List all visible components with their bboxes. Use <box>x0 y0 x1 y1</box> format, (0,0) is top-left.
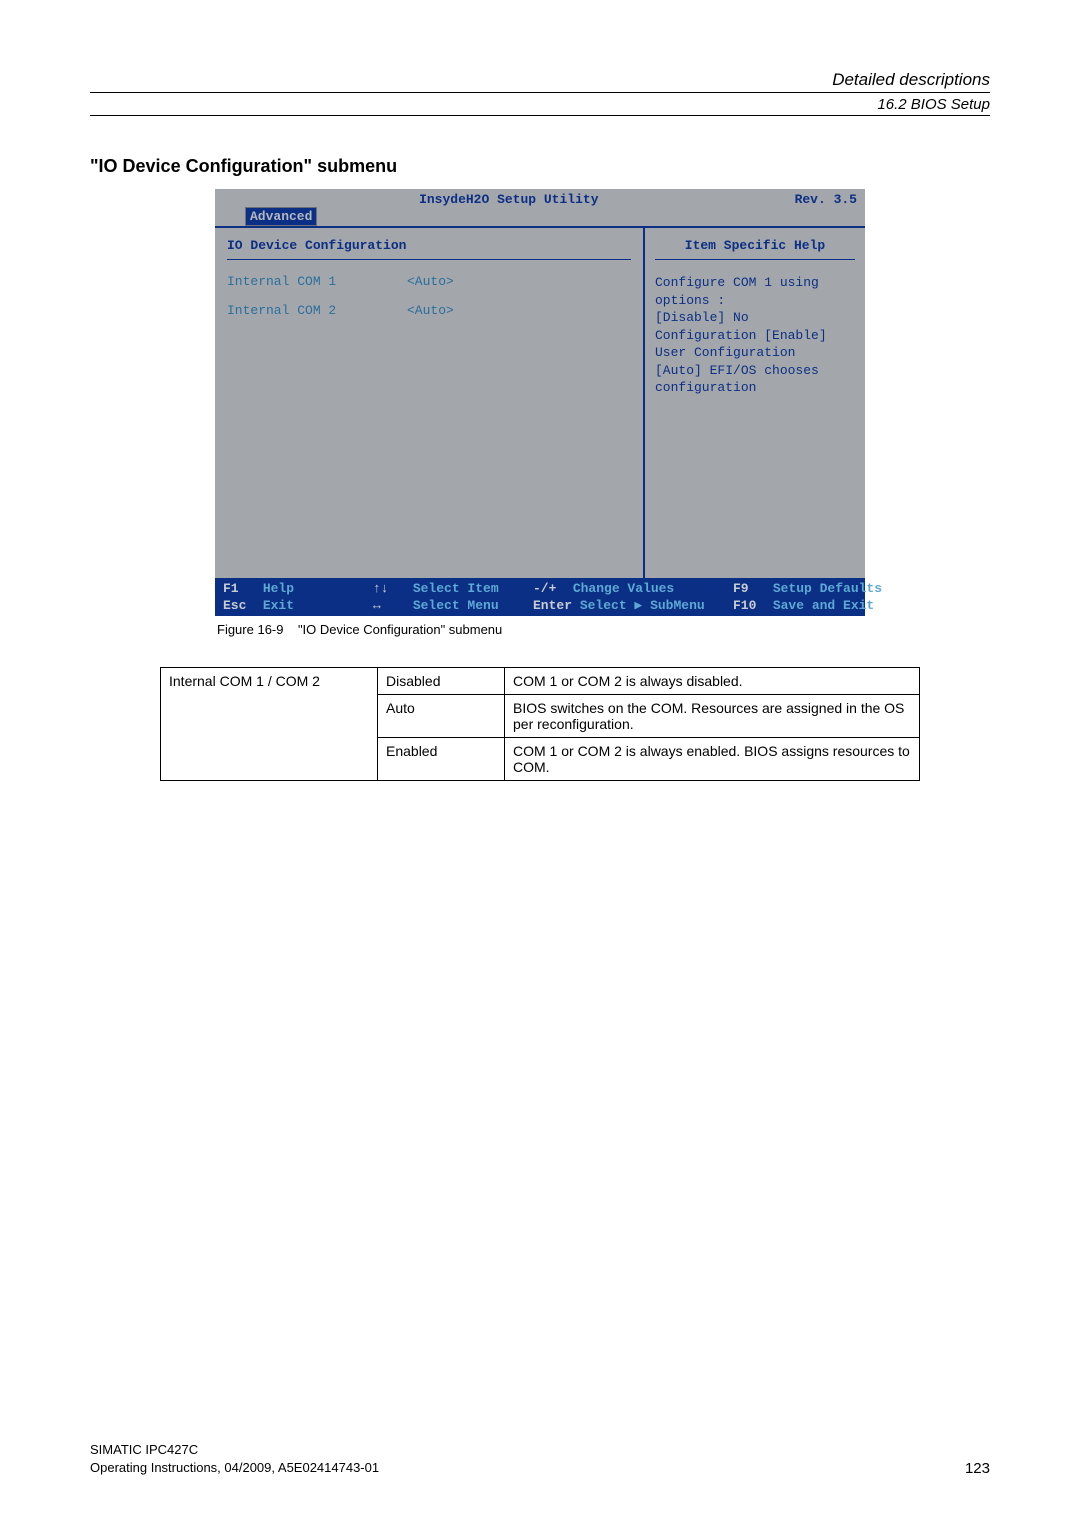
lbl-help: Help <box>263 581 294 596</box>
bios-screenshot: InsydeH2O Setup Utility Rev. 3.5 Advance… <box>215 189 865 637</box>
key-updown: ↑↓ <box>373 581 405 596</box>
key-f10: F10 <box>733 598 765 613</box>
lbl-select-submenu: Select ▶ SubMenu <box>580 598 705 613</box>
footer-left: SIMATIC IPC427C Operating Instructions, … <box>90 1441 379 1477</box>
figure-text: "IO Device Configuration" submenu <box>298 622 502 637</box>
footer-product: SIMATIC IPC427C <box>90 1441 379 1459</box>
bios-menu-tabs: Advanced <box>215 207 865 226</box>
section-title: "IO Device Configuration" submenu <box>90 156 990 177</box>
bios-item-com2[interactable]: Internal COM 2 <Auto> <box>227 303 631 318</box>
bios-item-value: <Auto> <box>407 274 454 289</box>
bios-window: InsydeH2O Setup Utility Rev. 3.5 Advance… <box>215 189 865 616</box>
table-row: Internal COM 1 / COM 2 Disabled COM 1 or… <box>161 668 920 695</box>
help-line: [Auto] EFI/OS chooses <box>655 362 855 380</box>
help-line: configuration <box>655 379 855 397</box>
cell-item: Internal COM 1 / COM 2 <box>161 668 378 781</box>
help-line: User Configuration <box>655 344 855 362</box>
page-footer: SIMATIC IPC427C Operating Instructions, … <box>90 1441 990 1477</box>
help-line: Configure COM 1 using <box>655 274 855 292</box>
figure-number: Figure 16-9 <box>217 622 283 637</box>
lbl-select-item: Select Item <box>413 581 499 596</box>
cell-option: Enabled <box>378 738 505 781</box>
parameter-table: Internal COM 1 / COM 2 Disabled COM 1 or… <box>160 667 920 781</box>
header-chapter: Detailed descriptions <box>90 70 990 90</box>
bios-item-value: <Auto> <box>407 303 454 318</box>
tab-advanced[interactable]: Advanced <box>245 207 317 226</box>
header-section: 16.2 BIOS Setup <box>90 92 990 113</box>
cell-option: Auto <box>378 695 505 738</box>
bios-item-com1[interactable]: Internal COM 1 <Auto> <box>227 274 631 289</box>
lbl-change-values: Change Values <box>573 581 674 596</box>
help-line: options : <box>655 293 725 308</box>
bios-body: IO Device Configuration Internal COM 1 <… <box>215 226 865 578</box>
key-enter: Enter <box>533 598 572 613</box>
key-f9: F9 <box>733 581 765 596</box>
bios-title-bar: InsydeH2O Setup Utility Rev. 3.5 <box>215 189 865 207</box>
key-esc: Esc <box>223 598 255 613</box>
page-header: Detailed descriptions 16.2 BIOS Setup <box>90 70 990 116</box>
bios-help-title: Item Specific Help <box>655 238 855 260</box>
lbl-exit: Exit <box>263 598 294 613</box>
bios-help-pane: Item Specific Help Configure COM 1 using… <box>645 228 865 578</box>
page-number: 123 <box>965 1460 990 1477</box>
lbl-setup-defaults: Setup Defaults <box>773 581 882 596</box>
key-plusminus: -/+ <box>533 581 565 596</box>
cell-option: Disabled <box>378 668 505 695</box>
bios-help-text: Configure COM 1 using options : [Disable… <box>655 274 855 397</box>
lbl-save-exit: Save and Exit <box>773 598 874 613</box>
bios-title: InsydeH2O Setup Utility <box>419 192 598 207</box>
key-f1: F1 <box>223 581 255 596</box>
bios-pane-title: IO Device Configuration <box>227 238 406 253</box>
bios-item-label: Internal COM 2 <box>227 303 407 318</box>
footer-docinfo: Operating Instructions, 04/2009, A5E0241… <box>90 1459 379 1477</box>
cell-desc: BIOS switches on the COM. Resources are … <box>505 695 920 738</box>
help-line: Configuration [Enable] <box>655 327 855 345</box>
help-line: [Disable] No <box>655 309 855 327</box>
bios-footer: F1 Help ↑↓ Select Item -/+ Change Values… <box>215 578 865 616</box>
bios-item-label: Internal COM 1 <box>227 274 407 289</box>
key-leftright: ↔ <box>373 598 405 613</box>
cell-desc: COM 1 or COM 2 is always disabled. <box>505 668 920 695</box>
cell-desc: COM 1 or COM 2 is always enabled. BIOS a… <box>505 738 920 781</box>
bios-main-pane: IO Device Configuration Internal COM 1 <… <box>215 228 645 578</box>
figure-caption: Figure 16-9 "IO Device Configuration" su… <box>215 622 865 637</box>
lbl-select-menu: Select Menu <box>413 598 499 613</box>
bios-rev: Rev. 3.5 <box>795 192 857 207</box>
